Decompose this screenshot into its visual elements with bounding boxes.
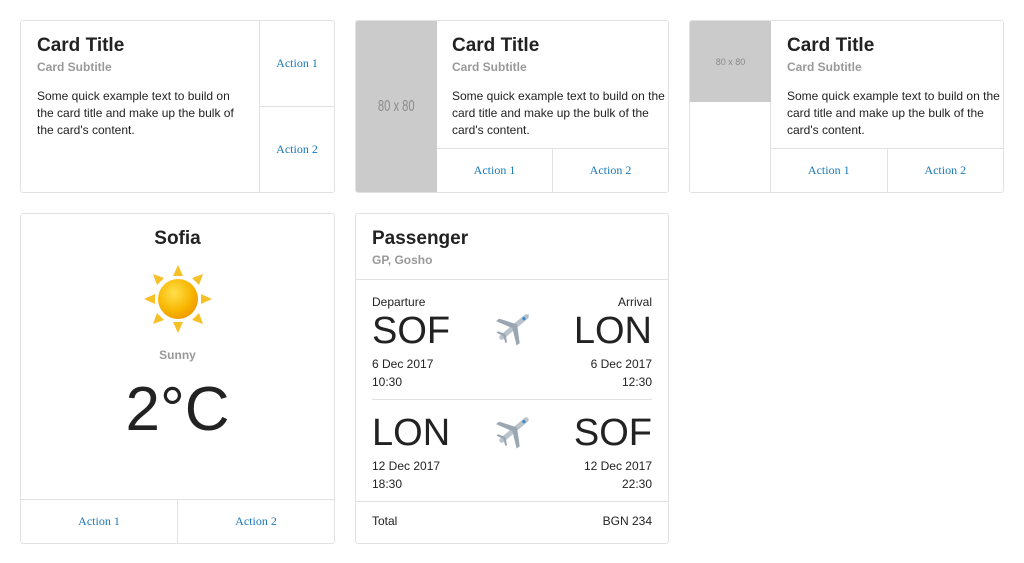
action-2-button[interactable]: Action 2 bbox=[260, 107, 334, 193]
image-placeholder-label: 80 x 80 bbox=[715, 56, 746, 67]
city-name: Sofia bbox=[154, 228, 201, 249]
weather-condition: Sunny bbox=[159, 348, 196, 362]
departure-code: LON bbox=[372, 412, 451, 454]
card-actions: Action 1 Action 2 bbox=[771, 148, 1003, 192]
card-subtitle: Card Subtitle bbox=[37, 60, 112, 74]
action-1-button[interactable]: Action 1 bbox=[771, 149, 888, 192]
departure-label: Departure bbox=[372, 295, 426, 309]
flight-leg: Departure SOF 6 Dec 2017 10:30 Arrival L… bbox=[372, 293, 652, 393]
card-text: Some quick example text to build on the … bbox=[37, 89, 234, 137]
card-content: Card Title Card Subtitle Some quick exam… bbox=[787, 35, 1002, 139]
card-basic: Card Title Card Subtitle Some quick exam… bbox=[20, 20, 335, 193]
departure-code: SOF bbox=[372, 310, 451, 352]
card-content: Card Title Card Subtitle Some quick exam… bbox=[452, 35, 667, 139]
arrival-date: 12 Dec 2017 bbox=[583, 459, 652, 473]
flight-leg: LON 12 Dec 2017 18:30 SOF 12 Dec 2017 22… bbox=[372, 413, 652, 493]
flight-card: Passenger GP, Gosho Departure SOF 6 Dec … bbox=[355, 213, 669, 544]
action-2-button[interactable]: Action 2 bbox=[888, 149, 1004, 192]
arrival-label: Arrival bbox=[617, 295, 652, 309]
weather-card: Sofia Sunny 2°C Action 1 Action 2 bbox=[20, 213, 335, 544]
action-1-button[interactable]: Action 1 bbox=[260, 21, 334, 107]
departure-time: 18:30 bbox=[372, 477, 403, 491]
arrival-code: LON bbox=[573, 310, 652, 352]
departure-time: 10:30 bbox=[372, 375, 403, 389]
card-title: Card Title bbox=[787, 35, 875, 56]
card-text: Some quick example text to build on the … bbox=[787, 89, 1000, 137]
airplane-icon bbox=[496, 314, 529, 346]
image-placeholder: 80 x 80 bbox=[356, 21, 437, 192]
passenger-title: Passenger bbox=[372, 228, 469, 249]
temperature: 2°C bbox=[125, 375, 230, 444]
total-value: BGN 234 bbox=[602, 514, 652, 528]
image-placeholder: 80 x 80 bbox=[690, 21, 771, 102]
departure-date: 12 Dec 2017 bbox=[372, 459, 441, 473]
card-actions: Action 1 Action 2 bbox=[437, 148, 668, 192]
card-actions: Action 1 Action 2 bbox=[259, 21, 334, 192]
card-text: Some quick example text to build on the … bbox=[452, 89, 665, 137]
card-with-image-small: 80 x 80 Card Title Card Subtitle Some qu… bbox=[689, 20, 1004, 193]
arrival-time: 12:30 bbox=[621, 375, 652, 389]
divider bbox=[356, 501, 668, 502]
card-with-image-full: 80 x 80 Card Title Card Subtitle Some qu… bbox=[355, 20, 669, 193]
total-row: Total BGN 234 bbox=[372, 514, 652, 528]
card-actions: Action 1 Action 2 bbox=[21, 499, 334, 543]
arrival-code: SOF bbox=[573, 412, 652, 454]
sun-icon bbox=[144, 265, 212, 333]
divider bbox=[356, 279, 668, 280]
passenger-name: GP, Gosho bbox=[372, 253, 433, 267]
card-subtitle: Card Subtitle bbox=[787, 60, 862, 74]
total-label: Total bbox=[372, 514, 398, 528]
action-2-button[interactable]: Action 2 bbox=[178, 500, 334, 543]
arrival-date: 6 Dec 2017 bbox=[590, 357, 652, 371]
card-content: Card Title Card Subtitle Some quick exam… bbox=[37, 35, 247, 139]
card-title: Card Title bbox=[37, 35, 125, 56]
image-placeholder-label: 80 x 80 bbox=[378, 97, 415, 115]
action-1-button[interactable]: Action 1 bbox=[21, 500, 178, 543]
passenger-header: Passenger GP, Gosho bbox=[372, 228, 468, 268]
airplane-icon bbox=[496, 417, 529, 449]
arrival-time: 22:30 bbox=[621, 477, 652, 491]
departure-date: 6 Dec 2017 bbox=[372, 357, 434, 371]
action-2-button[interactable]: Action 2 bbox=[553, 149, 668, 192]
divider bbox=[372, 399, 652, 400]
card-title: Card Title bbox=[452, 35, 540, 56]
action-1-button[interactable]: Action 1 bbox=[437, 149, 553, 192]
card-subtitle: Card Subtitle bbox=[452, 60, 527, 74]
